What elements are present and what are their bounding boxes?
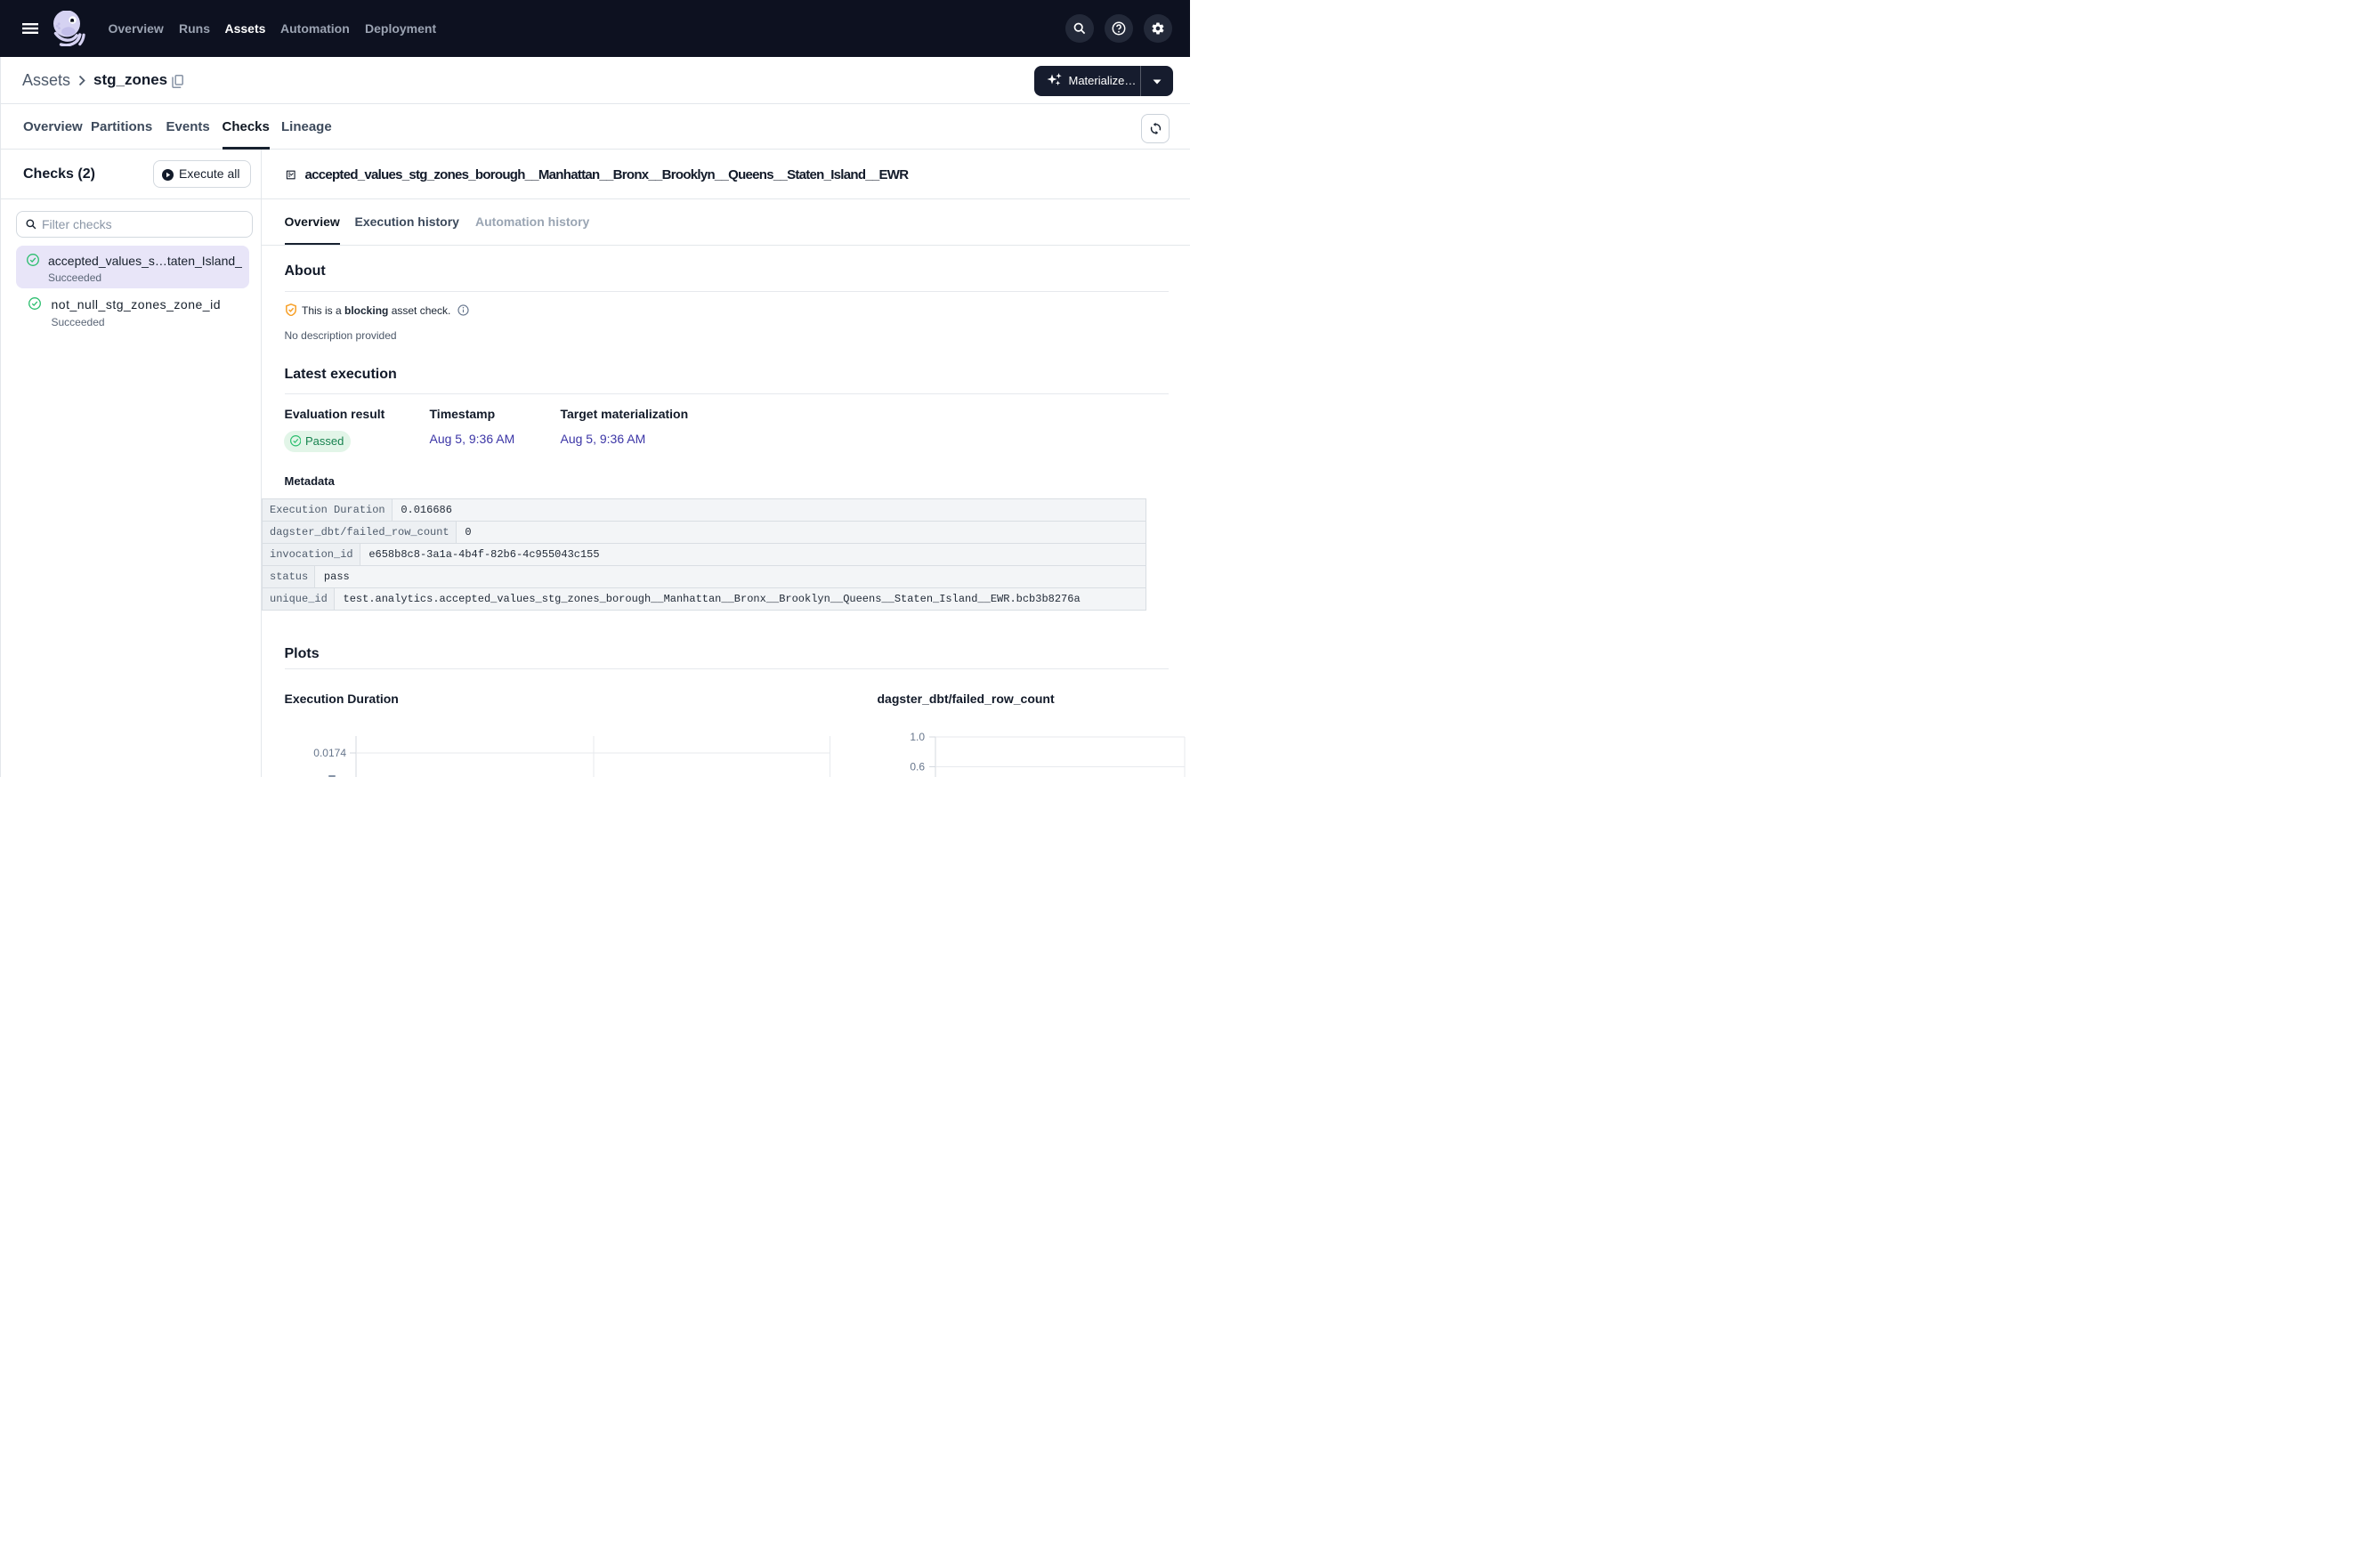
svg-text:0.0174: 0.0174 (313, 747, 346, 759)
svg-text:0.6: 0.6 (910, 761, 925, 773)
svg-text:1.0: 1.0 (910, 731, 925, 743)
